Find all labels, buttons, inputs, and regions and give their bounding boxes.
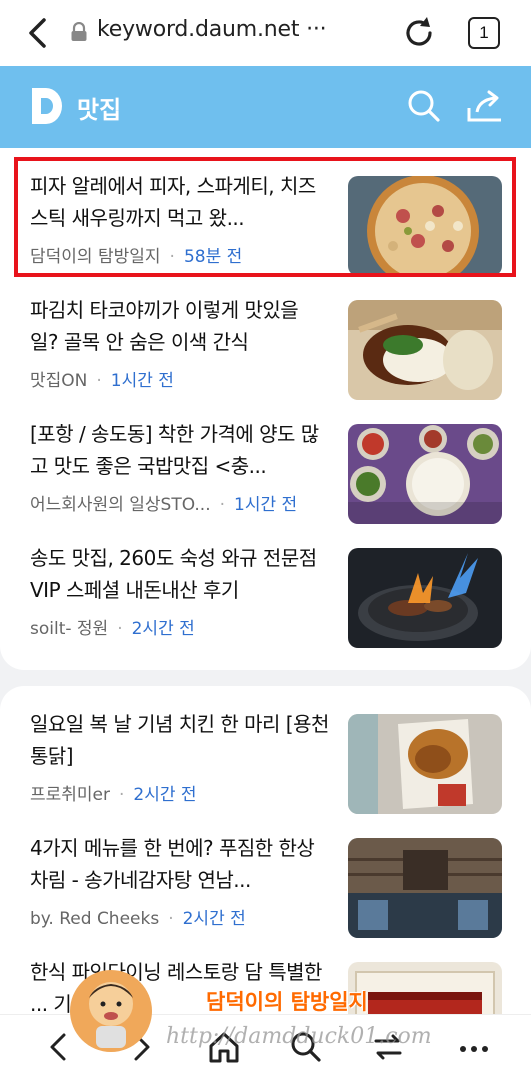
separator-dot: ·: [96, 371, 102, 391]
tabs-icon[interactable]: 1: [468, 17, 500, 49]
item-title[interactable]: 일요일 복 날 기념 치킨 한 마리 [용천통닭]: [30, 708, 330, 772]
item-time: 2시간 전: [133, 785, 197, 805]
list-item[interactable]: [포항 / 송도동] 착한 가격에 양도 많고 맛도 좋은 국밥맛집 <충...…: [0, 404, 531, 524]
item-time: 1시간 전: [110, 371, 174, 391]
item-title[interactable]: [포항 / 송도동] 착한 가격에 양도 많고 맛도 좋은 국밥맛집 <충...: [30, 418, 330, 482]
browser-toolbar: keyword.daum.net ··· 1: [0, 0, 531, 66]
item-source: by. Red Cheeks: [30, 909, 160, 929]
item-time: 2시간 전: [182, 909, 246, 929]
item-source: 프로취미er: [30, 785, 111, 805]
item-thumbnail[interactable]: [348, 548, 502, 648]
list-item[interactable]: 4가지 메뉴를 한 번에? 푸짐한 한상차림 - 송가네감자탕 연남... by…: [0, 818, 531, 938]
back-arrow-icon[interactable]: [22, 14, 56, 52]
reload-icon[interactable]: [400, 14, 438, 52]
app-header: 맛집: [0, 66, 531, 148]
blogger-avatar: [70, 970, 152, 1052]
item-thumbnail[interactable]: [348, 714, 502, 814]
separator-dot: ·: [219, 495, 226, 515]
item-source: soilt- 정원: [30, 619, 109, 639]
item-title[interactable]: 송도 맛집, 260도 숙성 와규 전문점 VIP 스페셜 내돈내산 후기: [30, 542, 330, 606]
item-thumbnail[interactable]: [348, 838, 502, 938]
item-time: 2시간 전: [131, 619, 195, 639]
watermark-blog-title: 담덕이의 탐방일지: [206, 990, 368, 1014]
daum-logo-icon[interactable]: [28, 86, 68, 126]
watermark-url: http://damdduck01.com: [166, 1024, 432, 1049]
item-source: 어느회사원의 일상STO...: [30, 495, 211, 515]
page-title: 맛집: [77, 96, 122, 124]
item-title[interactable]: 파김치 타코야끼가 이렇게 맛있을 일? 골목 안 숨은 이색 간식: [30, 294, 330, 358]
list-item[interactable]: 파김치 타코야끼가 이렇게 맛있을 일? 골목 안 숨은 이색 간식 맛집ON ·…: [0, 280, 531, 400]
item-source: 맛집ON: [30, 371, 88, 391]
item-time: 1시간 전: [234, 495, 298, 515]
item-title[interactable]: 4가지 메뉴를 한 번에? 푸짐한 한상차림 - 송가네감자탕 연남...: [30, 832, 330, 896]
item-thumbnail[interactable]: [348, 300, 502, 400]
list-item[interactable]: 송도 맛집, 260도 숙성 와규 전문점 VIP 스페셜 내돈내산 후기 so…: [0, 528, 531, 648]
separator-dot: ·: [117, 619, 123, 639]
more-icon[interactable]: [456, 1029, 492, 1065]
lock-icon: [71, 22, 87, 41]
list-item[interactable]: 일요일 복 날 기념 치킨 한 마리 [용천통닭] 프로취미er · 2시간 전: [0, 694, 531, 814]
item-thumbnail[interactable]: [348, 424, 502, 524]
search-icon[interactable]: [404, 86, 444, 126]
highlight-frame: [14, 157, 516, 277]
separator-dot: ·: [119, 785, 125, 805]
separator-dot: ·: [168, 909, 174, 929]
address-bar-url[interactable]: keyword.daum.net ···: [97, 17, 327, 42]
share-icon[interactable]: [465, 86, 505, 126]
